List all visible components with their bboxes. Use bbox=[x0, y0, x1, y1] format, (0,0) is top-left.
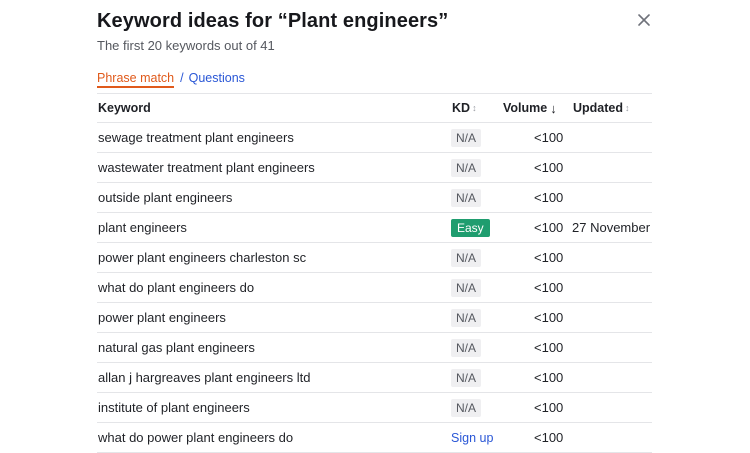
table-row: power plant engineers N/A <100 bbox=[97, 303, 652, 333]
volume-cell: <100 bbox=[534, 250, 564, 265]
keyword-cell: what do plant engineers do bbox=[98, 273, 254, 302]
volume-cell: <100 bbox=[534, 310, 564, 325]
volume-cell: <100 bbox=[534, 340, 564, 355]
keyword-cell: natural gas plant engineers bbox=[98, 333, 255, 362]
updated-cell: 27 November bbox=[572, 220, 651, 235]
kd-cell: Easy bbox=[451, 213, 490, 242]
volume-cell: <100 bbox=[534, 430, 564, 445]
keyword-text[interactable]: sewage treatment plant engineers bbox=[98, 130, 294, 145]
kd-na-badge: N/A bbox=[451, 158, 482, 177]
keyword-text[interactable]: what do plant engineers do bbox=[98, 280, 254, 295]
keyword-text[interactable]: natural gas plant engineers bbox=[98, 340, 255, 355]
kd-na-badge: N/A bbox=[451, 338, 482, 357]
kd-cell: N/A bbox=[451, 243, 482, 272]
column-header-kd[interactable]: KD ↕ bbox=[452, 94, 477, 122]
sign-up-link[interactable]: Sign up bbox=[451, 431, 493, 445]
kd-cell: N/A bbox=[451, 123, 482, 152]
keyword-cell: institute of plant engineers bbox=[98, 393, 250, 422]
kd-cell: N/A bbox=[451, 303, 482, 332]
column-header-keyword: Keyword bbox=[98, 94, 151, 122]
kd-cell: N/A bbox=[451, 363, 482, 392]
table-row: outside plant engineers N/A <100 bbox=[97, 183, 652, 213]
kd-na-badge: N/A bbox=[451, 248, 482, 267]
keyword-ideas-dialog: Keyword ideas for “Plant engineers” The … bbox=[0, 0, 750, 453]
keyword-text[interactable]: institute of plant engineers bbox=[98, 400, 250, 415]
close-icon bbox=[638, 14, 650, 26]
column-label-kd: KD bbox=[452, 101, 471, 115]
keyword-text[interactable]: what do power plant engineers do bbox=[98, 430, 293, 445]
keyword-text[interactable]: wastewater treatment plant engineers bbox=[98, 160, 315, 175]
kd-cell: Sign up bbox=[451, 423, 493, 452]
keyword-text[interactable]: outside plant engineers bbox=[98, 190, 232, 205]
keyword-text[interactable]: plant engineers bbox=[98, 220, 187, 235]
keyword-text[interactable]: allan j hargreaves plant engineers ltd bbox=[98, 370, 310, 385]
table-header-row: Keyword KD ↕ Volume ↓ Updated ↕ bbox=[97, 94, 652, 123]
sort-icon: ↕ bbox=[472, 103, 477, 113]
column-header-updated[interactable]: Updated ↕ bbox=[573, 94, 630, 122]
table-row: allan j hargreaves plant engineers ltd N/… bbox=[97, 363, 652, 393]
keyword-cell: outside plant engineers bbox=[98, 183, 232, 212]
keyword-cell: plant engineers bbox=[98, 213, 187, 242]
volume-cell: <100 bbox=[534, 370, 564, 385]
volume-cell: <100 bbox=[534, 220, 564, 235]
keyword-cell: allan j hargreaves plant engineers ltd bbox=[98, 363, 310, 392]
keyword-cell: power plant engineers bbox=[98, 303, 226, 332]
match-tabs: Phrase match / Questions bbox=[97, 71, 245, 91]
dialog-title: Keyword ideas for “Plant engineers” bbox=[97, 10, 449, 32]
volume-cell: <100 bbox=[534, 130, 564, 145]
close-button[interactable] bbox=[633, 9, 655, 31]
tab-phrase-match[interactable]: Phrase match bbox=[97, 71, 175, 88]
dialog-subtitle: The first 20 keywords out of 41 bbox=[97, 38, 275, 53]
column-label-keyword: Keyword bbox=[98, 101, 151, 115]
kd-na-badge: N/A bbox=[451, 308, 482, 327]
sort-icon: ↕ bbox=[625, 103, 630, 113]
kd-cell: N/A bbox=[451, 393, 482, 422]
keywords-table: Keyword KD ↕ Volume ↓ Updated ↕ sewage t… bbox=[97, 93, 652, 453]
kd-cell: N/A bbox=[451, 273, 482, 302]
table-row: plant engineers Easy <100 27 November bbox=[97, 213, 652, 243]
column-label-volume: Volume bbox=[503, 101, 548, 115]
keyword-cell: power plant engineers charleston sc bbox=[98, 243, 306, 272]
kd-easy-badge: Easy bbox=[451, 218, 490, 237]
table-body: sewage treatment plant engineers N/A <100 w… bbox=[97, 123, 652, 453]
keyword-cell: what do power plant engineers do bbox=[98, 423, 293, 452]
table-row: institute of plant engineers N/A <100 bbox=[97, 393, 652, 423]
volume-cell: <100 bbox=[534, 160, 564, 175]
table-row: what do power plant engineers do Sign up <… bbox=[97, 423, 652, 453]
column-label-updated: Updated bbox=[573, 101, 623, 115]
tab-separator: / bbox=[180, 71, 184, 85]
sort-descending-icon: ↓ bbox=[550, 100, 557, 116]
table-row: wastewater treatment plant engineers N/A <… bbox=[97, 153, 652, 183]
kd-na-badge: N/A bbox=[451, 278, 482, 297]
tab-questions[interactable]: Questions bbox=[189, 71, 245, 85]
kd-cell: N/A bbox=[451, 333, 482, 362]
column-header-volume[interactable]: Volume ↓ bbox=[503, 94, 557, 122]
volume-cell: <100 bbox=[534, 190, 564, 205]
table-row: sewage treatment plant engineers N/A <100 bbox=[97, 123, 652, 153]
kd-na-badge: N/A bbox=[451, 128, 482, 147]
table-row: what do plant engineers do N/A <100 bbox=[97, 273, 652, 303]
volume-cell: <100 bbox=[534, 280, 564, 295]
keyword-cell: wastewater treatment plant engineers bbox=[98, 153, 315, 182]
keyword-text[interactable]: power plant engineers charleston sc bbox=[98, 250, 306, 265]
table-row: natural gas plant engineers N/A <100 bbox=[97, 333, 652, 363]
keyword-cell: sewage treatment plant engineers bbox=[98, 123, 294, 152]
kd-na-badge: N/A bbox=[451, 188, 482, 207]
kd-cell: N/A bbox=[451, 183, 482, 212]
kd-cell: N/A bbox=[451, 153, 482, 182]
kd-na-badge: N/A bbox=[451, 368, 482, 387]
volume-cell: <100 bbox=[534, 400, 564, 415]
kd-na-badge: N/A bbox=[451, 398, 482, 417]
keyword-text[interactable]: power plant engineers bbox=[98, 310, 226, 325]
table-row: power plant engineers charleston sc N/A <1… bbox=[97, 243, 652, 273]
